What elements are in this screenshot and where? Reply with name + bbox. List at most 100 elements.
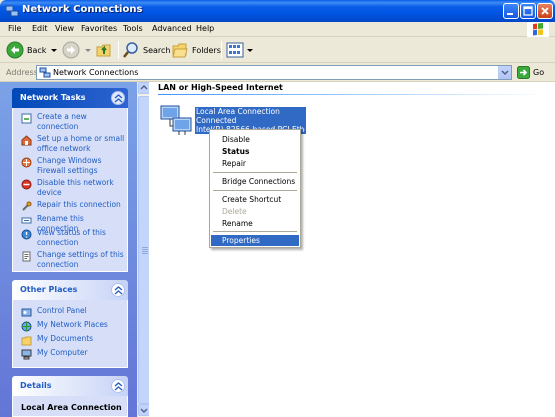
task-repair-connection[interactable]: Repair this connection (21, 200, 125, 212)
place-my-documents[interactable]: My Documents (21, 334, 125, 346)
connection-status: Connected (196, 116, 237, 125)
collapse-button[interactable] (111, 283, 125, 297)
toolbar-separator (118, 41, 119, 59)
firewall-icon (21, 157, 32, 168)
other-places-header[interactable]: Other Places (12, 280, 128, 300)
minimize-button[interactable] (503, 3, 519, 19)
network-connections-icon (39, 67, 51, 78)
home-network-icon (21, 135, 32, 146)
back-button[interactable]: Back (6, 40, 58, 60)
menu-help[interactable]: Help (196, 24, 214, 33)
task-pane: Network Tasks Create a new connection Se… (0, 82, 137, 417)
search-button[interactable]: Search (122, 40, 170, 60)
network-tasks-panel: Create a new connection Set up a home or… (12, 108, 128, 272)
chevron-up-icon (140, 85, 148, 90)
place-my-network-places[interactable]: My Network Places (21, 320, 125, 332)
chevron-up-icon (114, 286, 123, 295)
toolbar-separator (221, 41, 222, 59)
back-arrow-icon (6, 41, 24, 59)
disable-icon (21, 179, 32, 190)
folders-label: Folders (192, 45, 221, 55)
close-icon (541, 7, 549, 15)
address-bar: Address Network Connections Go (0, 63, 555, 82)
repair-wrench-icon (22, 201, 32, 211)
title-bar[interactable]: Network Connections (0, 0, 555, 22)
control-panel-icon (21, 308, 32, 317)
toolbar: Back Search Folders (0, 37, 555, 63)
address-input[interactable]: Network Connections (36, 65, 512, 80)
collapse-button[interactable] (111, 91, 125, 105)
task-pane-scrollbar[interactable] (137, 82, 150, 417)
network-places-icon (21, 321, 32, 332)
task-label: View status of this connection (37, 228, 106, 247)
folders-button[interactable]: Folders (171, 40, 221, 60)
search-label: Search (143, 45, 171, 55)
chevron-up-icon (114, 382, 123, 391)
chevron-down-icon[interactable] (84, 46, 92, 54)
minimize-icon (507, 13, 513, 15)
menu-advanced[interactable]: Advanced (152, 24, 192, 33)
menu-favorites[interactable]: Favorites (81, 24, 117, 33)
back-label: Back (27, 45, 47, 55)
task-change-settings[interactable]: Change settings of this connection (21, 250, 125, 269)
chevron-down-icon (247, 49, 253, 52)
context-menu: Disable Status Repair Bridge Connections… (209, 129, 301, 248)
window-title: Network Connections (22, 4, 143, 15)
views-button[interactable] (226, 40, 254, 60)
task-firewall-settings[interactable]: Change Windows Firewall settings (21, 156, 125, 175)
maximize-button[interactable] (520, 3, 536, 19)
menu-separator (213, 172, 297, 173)
menu-file[interactable]: File (8, 24, 21, 33)
menu-bridge-connections[interactable]: Bridge Connections (211, 176, 299, 187)
menu-create-shortcut[interactable]: Create Shortcut (211, 194, 299, 205)
place-my-computer[interactable]: My Computer (21, 348, 125, 360)
up-folder-icon (96, 44, 111, 57)
details-title: Details (20, 381, 52, 390)
lan-connection-icon[interactable] (159, 102, 195, 136)
menu-properties[interactable]: Properties (211, 235, 299, 246)
place-label: My Documents (37, 334, 94, 343)
chevron-down-icon[interactable] (50, 46, 58, 54)
go-label: Go (533, 68, 545, 77)
collapse-button[interactable] (111, 379, 125, 393)
menu-disable[interactable]: Disable (211, 134, 299, 145)
task-label: Set up a home or small office network (37, 134, 125, 153)
settings-page-icon (22, 251, 31, 262)
task-create-connection[interactable]: Create a new connection (21, 112, 125, 131)
menu-tools[interactable]: Tools (123, 24, 143, 33)
windows-logo-icon (527, 22, 549, 37)
address-dropdown-button[interactable] (498, 66, 511, 79)
forward-button[interactable] (62, 40, 92, 60)
explorer-window: Network Connections File Edit View Favor… (0, 0, 555, 417)
up-folder-button[interactable] (95, 40, 113, 60)
task-disable-device[interactable]: Disable this network device (21, 178, 125, 197)
task-view-status[interactable]: View status of this connection (21, 228, 125, 247)
details-header[interactable]: Details (12, 376, 128, 396)
menu-rename[interactable]: Rename (211, 218, 299, 229)
task-label: Change Windows Firewall settings (37, 156, 102, 175)
maximize-icon (523, 6, 533, 16)
go-button[interactable]: Go (517, 66, 544, 79)
menu-separator (213, 231, 297, 232)
folders-icon (172, 43, 188, 58)
menu-repair[interactable]: Repair (211, 158, 299, 169)
rename-icon (21, 217, 32, 224)
chevron-down-icon (140, 408, 148, 413)
place-label: Control Panel (37, 306, 87, 315)
menu-status[interactable]: Status (211, 146, 299, 157)
menu-view[interactable]: View (55, 24, 74, 33)
connection-name: Local Area Connection (196, 107, 280, 116)
other-places-title: Other Places (20, 285, 78, 294)
menu-bar: File Edit View Favorites Tools Advanced … (0, 22, 555, 37)
task-label: Disable this network device (37, 178, 114, 197)
task-home-network[interactable]: Set up a home or small office network (21, 134, 125, 153)
network-tasks-header[interactable]: Network Tasks (12, 88, 128, 108)
chevron-up-icon (114, 94, 123, 103)
task-label: Create a new connection (37, 112, 87, 131)
menu-edit[interactable]: Edit (32, 24, 48, 33)
details-item-name: Local Area Connection (21, 403, 122, 412)
close-button[interactable] (537, 3, 553, 19)
place-control-panel[interactable]: Control Panel (21, 306, 125, 318)
address-label: Address (6, 68, 38, 77)
status-icon (21, 229, 32, 240)
